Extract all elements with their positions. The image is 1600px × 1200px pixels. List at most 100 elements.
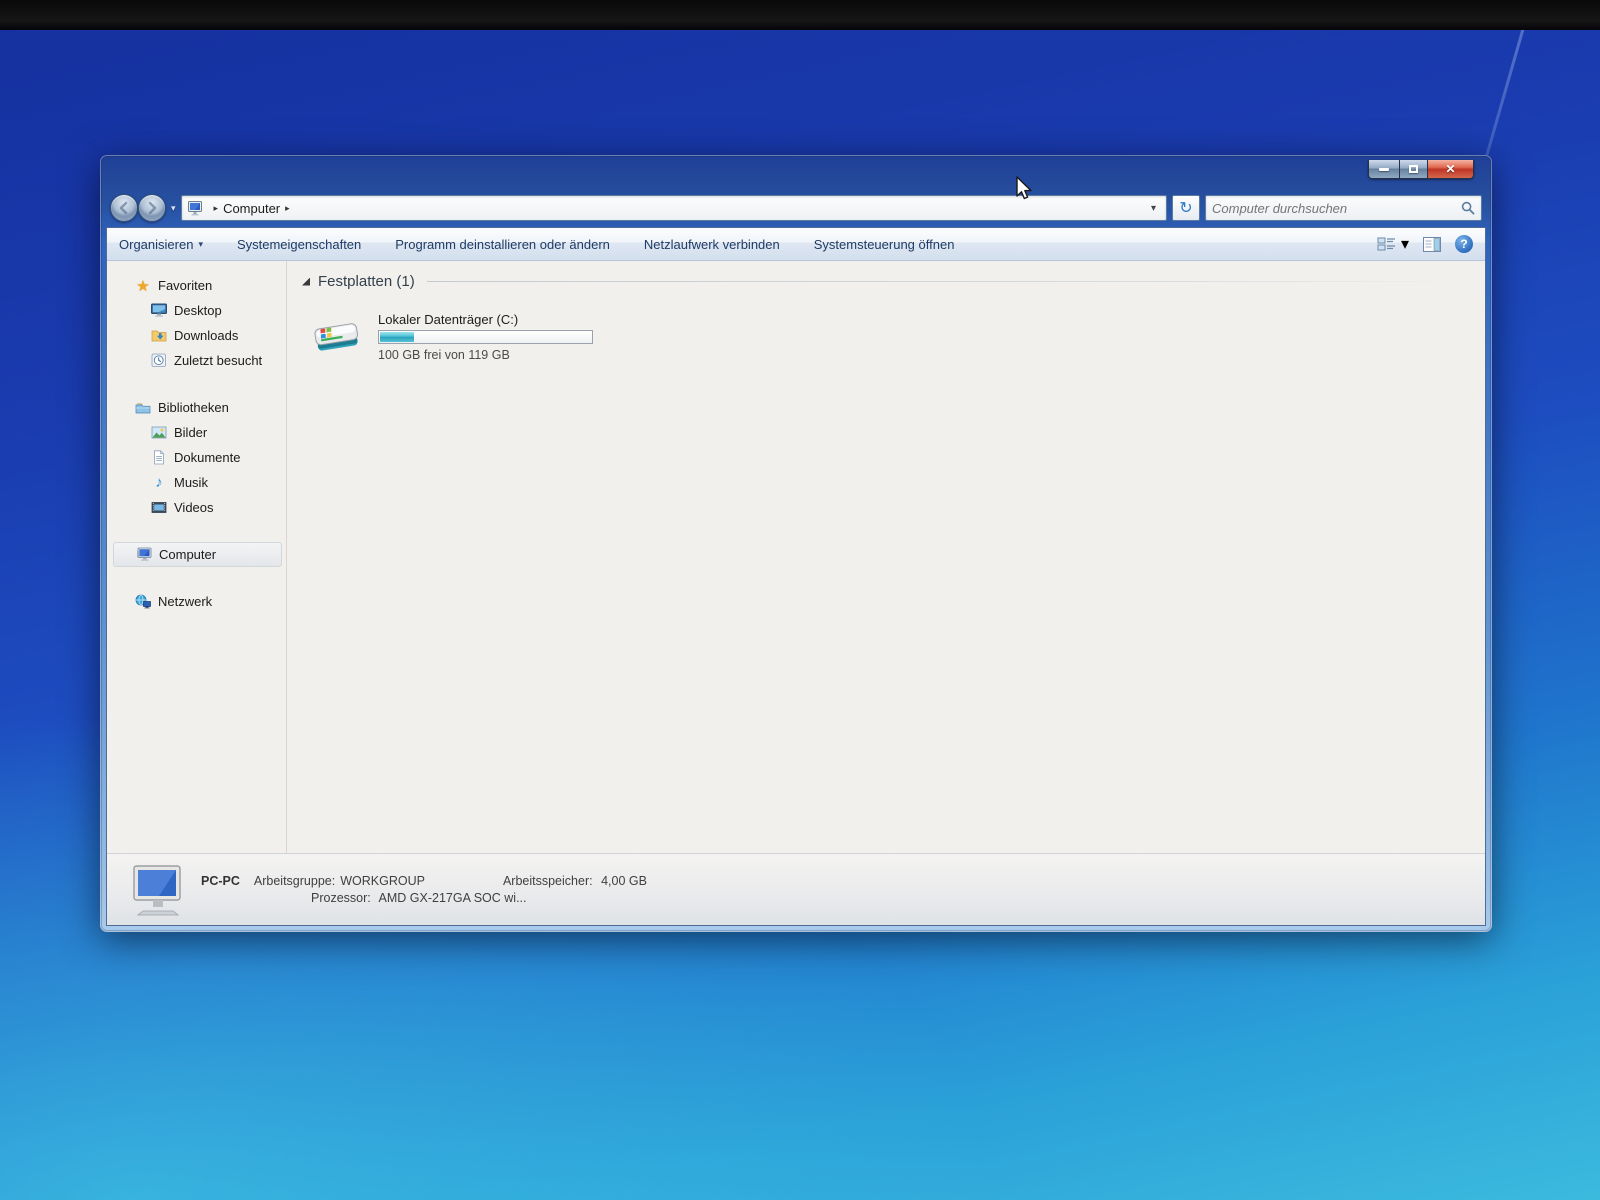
address-history-dropdown[interactable]: ▾ xyxy=(1145,203,1162,214)
recent-pages-dropdown[interactable]: ▾ xyxy=(171,203,176,214)
map-network-drive-label: Netzlaufwerk verbinden xyxy=(644,237,780,252)
libraries-icon xyxy=(135,400,151,416)
refresh-icon: ↻ xyxy=(1179,198,1192,218)
help-icon: ? xyxy=(1460,237,1467,251)
sidebar-label: Favoriten xyxy=(158,278,212,293)
sidebar-item-netzwerk[interactable]: Netzwerk xyxy=(107,589,286,614)
capacity-bar xyxy=(378,330,593,344)
back-arrow-icon xyxy=(117,201,131,215)
sidebar-label: Netzwerk xyxy=(158,594,212,609)
client-area: Organisieren ▾ Systemeigenschaften Progr… xyxy=(106,227,1486,926)
sidebar-item-bilder[interactable]: Bilder xyxy=(107,420,286,445)
sidebar-item-bibliotheken[interactable]: Bibliotheken xyxy=(107,395,286,420)
sidebar-item-downloads[interactable]: Downloads xyxy=(107,323,286,348)
sidebar-label: Musik xyxy=(174,475,208,490)
computer-icon xyxy=(136,547,152,563)
sidebar-item-desktop[interactable]: Desktop xyxy=(107,298,286,323)
breadcrumb-separator-icon: ▸ xyxy=(214,203,219,214)
command-bar: Organisieren ▾ Systemeigenschaften Progr… xyxy=(107,228,1485,261)
sidebar-item-zuletzt-besucht[interactable]: Zuletzt besucht xyxy=(107,348,286,373)
search-input[interactable] xyxy=(1212,201,1461,216)
breadcrumb-computer[interactable]: Computer xyxy=(223,201,280,216)
sidebar-label: Desktop xyxy=(174,303,222,318)
views-icon xyxy=(1377,236,1397,252)
sidebar-item-videos[interactable]: Videos xyxy=(107,495,286,520)
chevron-down-icon: ▾ xyxy=(1401,234,1409,254)
open-control-panel-label: Systemsteuerung öffnen xyxy=(814,237,955,252)
group-title: Festplatten (1) xyxy=(318,273,415,290)
desktop-wallpaper: ✕ ▾ ▸ Computer ▸ xyxy=(0,0,1600,1200)
desktop-icon xyxy=(151,303,167,319)
chevron-down-icon: ▾ xyxy=(198,239,203,250)
forward-button[interactable] xyxy=(138,194,166,222)
minimize-icon xyxy=(1379,168,1389,171)
group-rule xyxy=(427,281,1467,282)
sidebar-label: Computer xyxy=(159,547,216,562)
search-box[interactable] xyxy=(1205,195,1482,221)
system-properties-button[interactable]: Systemeigenschaften xyxy=(237,237,361,252)
details-text: PC-PC Arbeitsgruppe: WORKGROUP Arbeitssp… xyxy=(201,871,647,908)
capacity-bar-fill xyxy=(380,332,414,342)
uninstall-program-button[interactable]: Programm deinstallieren oder ändern xyxy=(395,237,610,252)
sidebar-gap xyxy=(107,520,286,542)
explorer-window: ✕ ▾ ▸ Computer ▸ xyxy=(100,155,1492,932)
computer-name: PC-PC xyxy=(201,874,240,888)
maximize-button[interactable] xyxy=(1399,160,1428,179)
workgroup-label: Arbeitsgruppe: xyxy=(254,874,335,888)
details-pane: PC-PC Arbeitsgruppe: WORKGROUP Arbeitssp… xyxy=(107,853,1485,925)
drive-item-c[interactable]: Lokaler Datenträger (C:) 100 GB frei von… xyxy=(312,312,642,362)
drive-name: Lokaler Datenträger (C:) xyxy=(378,312,642,327)
preview-pane-icon[interactable] xyxy=(1423,237,1441,252)
change-view-button[interactable]: ▾ xyxy=(1377,234,1409,254)
sidebar-gap xyxy=(107,373,286,395)
music-icon: ♪ xyxy=(151,475,167,491)
group-header-festplatten[interactable]: Festplatten (1) xyxy=(302,273,1467,290)
back-button[interactable] xyxy=(110,194,138,222)
computer-icon xyxy=(188,201,205,216)
mouse-cursor xyxy=(1014,176,1036,202)
videos-icon xyxy=(151,500,167,516)
open-control-panel-button[interactable]: Systemsteuerung öffnen xyxy=(814,237,955,252)
close-button[interactable]: ✕ xyxy=(1428,160,1474,179)
processor-label: Prozessor: xyxy=(311,891,371,905)
details-row-1: PC-PC Arbeitsgruppe: WORKGROUP Arbeitssp… xyxy=(201,874,647,888)
processor-value: AMD GX-217GA SOC wi... xyxy=(379,891,527,905)
network-icon xyxy=(135,594,151,610)
sidebar-item-musik[interactable]: ♪ Musik xyxy=(107,470,286,495)
star-icon: ★ xyxy=(135,278,151,294)
breadcrumb-expand-icon[interactable]: ▸ xyxy=(285,203,290,214)
drive-info: Lokaler Datenträger (C:) 100 GB frei von… xyxy=(378,312,642,362)
organize-label: Organisieren xyxy=(119,237,193,252)
close-icon: ✕ xyxy=(1445,163,1455,175)
help-button[interactable]: ? xyxy=(1455,235,1473,253)
pictures-icon xyxy=(151,425,167,441)
collapse-triangle-icon[interactable] xyxy=(302,278,310,286)
map-network-drive-button[interactable]: Netzlaufwerk verbinden xyxy=(644,237,780,252)
minimize-button[interactable] xyxy=(1368,160,1399,179)
sidebar-item-favoriten[interactable]: ★ Favoriten xyxy=(107,273,286,298)
refresh-button[interactable]: ↻ xyxy=(1172,195,1200,221)
hard-drive-icon xyxy=(312,318,364,360)
content-row: ★ Favoriten Desktop Downloads xyxy=(107,261,1485,853)
recent-places-icon xyxy=(151,353,167,369)
sidebar-gap xyxy=(107,567,286,589)
sidebar-label: Videos xyxy=(174,500,214,515)
details-row-2: Prozessor: AMD GX-217GA SOC wi... xyxy=(201,891,647,905)
system-properties-label: Systemeigenschaften xyxy=(237,237,361,252)
search-icon xyxy=(1461,201,1475,215)
workgroup-value: WORKGROUP xyxy=(340,874,425,888)
downloads-icon xyxy=(151,328,167,344)
sidebar-label: Bilder xyxy=(174,425,207,440)
memory-value: 4,00 GB xyxy=(601,874,647,888)
sidebar-label: Zuletzt besucht xyxy=(174,353,262,368)
items-view: Festplatten (1) xyxy=(287,261,1485,853)
command-bar-right: ▾ ? xyxy=(1377,234,1473,254)
memory-label: Arbeitsspeicher: xyxy=(503,874,593,888)
sidebar-label: Bibliotheken xyxy=(158,400,229,415)
sidebar-item-computer[interactable]: Computer xyxy=(113,542,282,567)
uninstall-program-label: Programm deinstallieren oder ändern xyxy=(395,237,610,252)
sidebar-item-dokumente[interactable]: Dokumente xyxy=(107,445,286,470)
capacity-caption: 100 GB frei von 119 GB xyxy=(378,348,642,362)
computer-details-icon xyxy=(129,863,187,917)
organize-menu[interactable]: Organisieren ▾ xyxy=(119,237,203,252)
